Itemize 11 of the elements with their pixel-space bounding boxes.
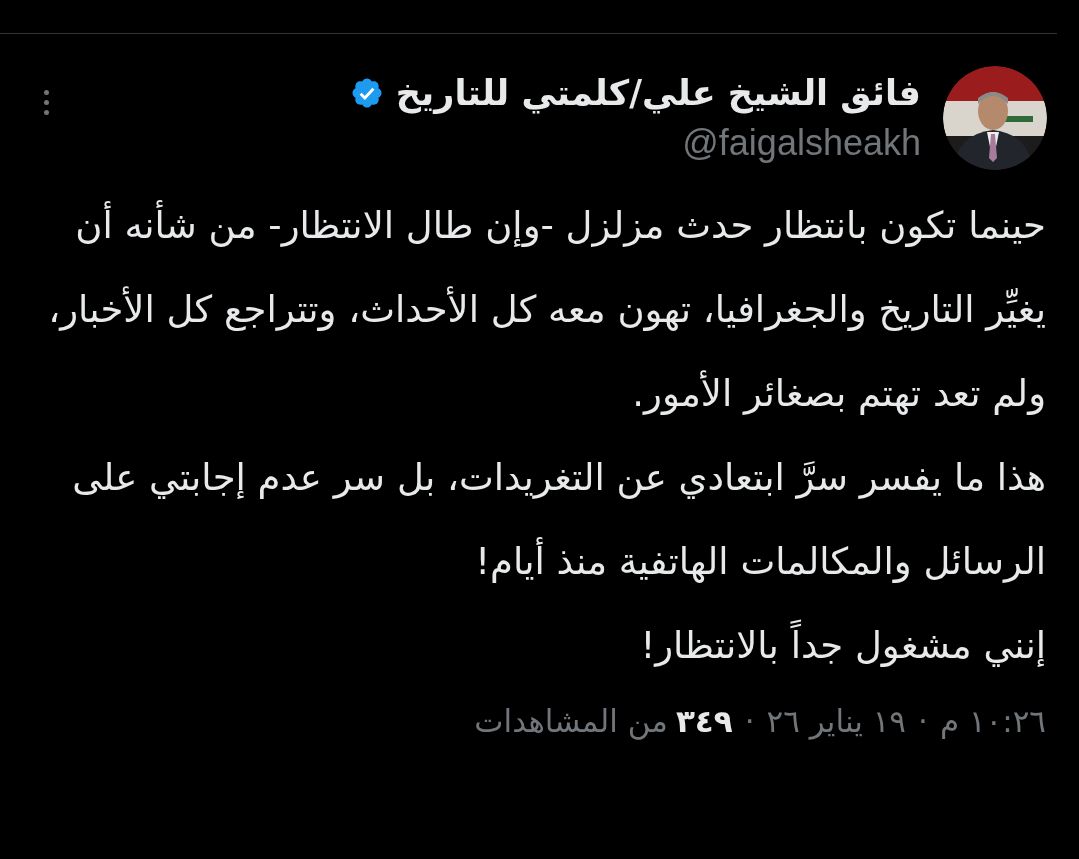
tweet-paragraph: هذا ما يفسر سرَّ ابتعادي عن التغريدات، بل سر عدم إجابتي على الرسائل والمكالمات الهاتفية منذ أيام! xyxy=(71,455,1046,585)
post-time[interactable]: ١٠:٢٦ م xyxy=(939,698,1046,745)
author-name[interactable]: فائق الشيخ علي/كلمتي للتاريخ xyxy=(395,68,921,117)
separator-dot: · xyxy=(918,702,928,741)
tweet-paragraph: إنني مشغول جداً بالانتظار! xyxy=(30,604,1046,688)
separator-dot: · xyxy=(744,702,755,741)
views-label: من المشاهدات xyxy=(474,702,668,742)
author-handle[interactable]: @faigalsheakh xyxy=(682,119,921,167)
post-date[interactable]: ١٩ يناير ٢٦ xyxy=(766,698,907,745)
tweet-paragraph: حينما تكون بانتظار حدث مزلزل -وإن طال الانتظار- من شأنه أن يغيِّر التاريخ والجغرافيا، تهون معه كل الأحداث، وتتراجع كل الأخبار، ولم تعد تهتم بصغائر الأمور. xyxy=(30,184,1046,436)
views-count: ٣٤٩ xyxy=(675,702,733,741)
